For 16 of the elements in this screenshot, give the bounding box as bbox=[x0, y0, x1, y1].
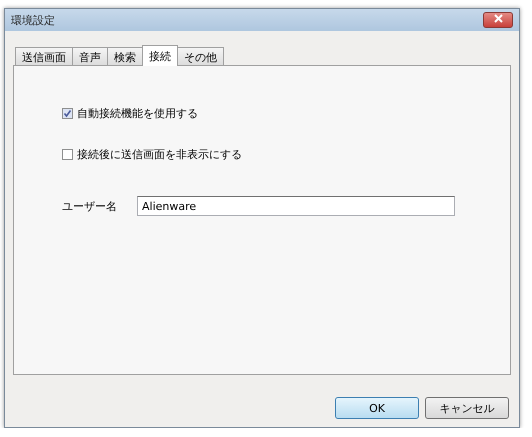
checkbox-label: 自動接続機能を使用する bbox=[77, 106, 198, 121]
window-title: 環境設定 bbox=[11, 12, 55, 28]
cancel-button[interactable]: キャンセル bbox=[425, 397, 509, 419]
tab[interactable]: 音声 bbox=[72, 47, 108, 65]
tab[interactable]: 送信画面 bbox=[15, 47, 73, 65]
checkbox[interactable] bbox=[62, 149, 73, 160]
tab[interactable]: 検索 bbox=[107, 47, 143, 65]
close-icon bbox=[494, 14, 502, 23]
close-button[interactable] bbox=[483, 12, 513, 28]
username-field[interactable]: Alienware bbox=[137, 196, 455, 216]
username-label: ユーザー名 bbox=[62, 198, 117, 214]
tab[interactable]: その他 bbox=[177, 47, 224, 65]
checkbox[interactable] bbox=[62, 108, 73, 119]
ok-button[interactable]: OK bbox=[335, 397, 419, 419]
checkbox-label: 接続後に送信画面を非表示にする bbox=[77, 147, 242, 162]
tab[interactable]: 接続 bbox=[142, 45, 178, 66]
